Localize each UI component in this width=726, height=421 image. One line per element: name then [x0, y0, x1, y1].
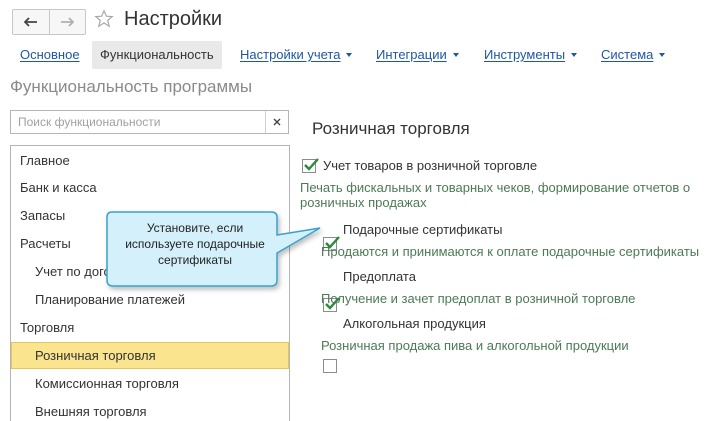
prepayment-label[interactable]: Предоплата	[343, 269, 416, 284]
tab-tools[interactable]: Инструменты	[476, 41, 585, 69]
gift-certificates-description: Продаются и принимаются к оплате подароч…	[321, 244, 700, 259]
tree-item-trade[interactable]: Торговля	[11, 314, 289, 341]
functionality-tree: Главное Банк и касса Запасы Расчеты Учет…	[10, 145, 290, 421]
favorite-button[interactable]	[94, 9, 114, 34]
alcohol-products-checkbox[interactable]	[323, 359, 337, 373]
forward-button[interactable]	[48, 10, 86, 34]
tab-integrations[interactable]: Интеграции	[368, 41, 467, 69]
retail-inventory-label[interactable]: Учет товаров в розничной торговле	[323, 158, 537, 173]
arrow-right-icon	[61, 17, 75, 27]
chevron-down-icon	[452, 52, 459, 57]
chevron-down-icon	[571, 52, 578, 57]
tab-accounting-settings[interactable]: Настройки учета	[232, 41, 360, 69]
chevron-down-icon	[346, 52, 353, 57]
search-input[interactable]	[11, 111, 265, 133]
retail-inventory-checkbox[interactable]	[302, 158, 319, 173]
tab-main[interactable]: Основное	[12, 41, 88, 69]
tree-item-retail-trade[interactable]: Розничная торговля	[11, 342, 289, 369]
back-button[interactable]	[13, 10, 49, 34]
search-box	[10, 110, 289, 134]
tree-item-commission-trade[interactable]: Комиссионная торговля	[11, 370, 289, 397]
window-title: Настройки	[124, 8, 223, 30]
tab-system[interactable]: Система	[593, 41, 673, 69]
group-title: Розничная торговля	[312, 119, 470, 138]
tree-item-foreign-trade[interactable]: Внешняя торговля	[11, 398, 289, 421]
prepayment-description: Получение и зачет предоплат в розничной …	[321, 291, 636, 306]
star-outline-icon	[94, 9, 114, 28]
callout-line: Установите, если	[146, 221, 244, 235]
tab-functionality[interactable]: Функциональность	[92, 41, 222, 69]
tree-item-bank-cash[interactable]: Банк и касса	[11, 174, 289, 201]
navigation-buttons	[12, 9, 86, 35]
retail-inventory-description: Печать фискальных и товарных чеков, форм…	[300, 180, 691, 210]
alcohol-products-label[interactable]: Алкогольная продукция	[343, 316, 486, 331]
arrow-left-icon	[23, 17, 37, 27]
gift-certificates-label[interactable]: Подарочные сертификаты	[343, 222, 502, 237]
chevron-down-icon	[659, 52, 666, 57]
callout-text: Установите, если используете подарочные …	[112, 220, 278, 268]
tree-item-payment-planning[interactable]: Планирование платежей	[11, 286, 289, 313]
callout-line: используете подарочные	[125, 237, 265, 251]
clear-search-button[interactable]	[265, 111, 288, 133]
checkmark-icon	[304, 158, 319, 171]
alcohol-products-description: Розничная продажа пива и алкогольной про…	[321, 338, 629, 353]
tree-item-main[interactable]: Главное	[11, 147, 289, 174]
callout-line: сертификаты	[158, 253, 232, 267]
close-icon	[273, 118, 281, 126]
section-title: Функциональность программы	[10, 77, 253, 96]
